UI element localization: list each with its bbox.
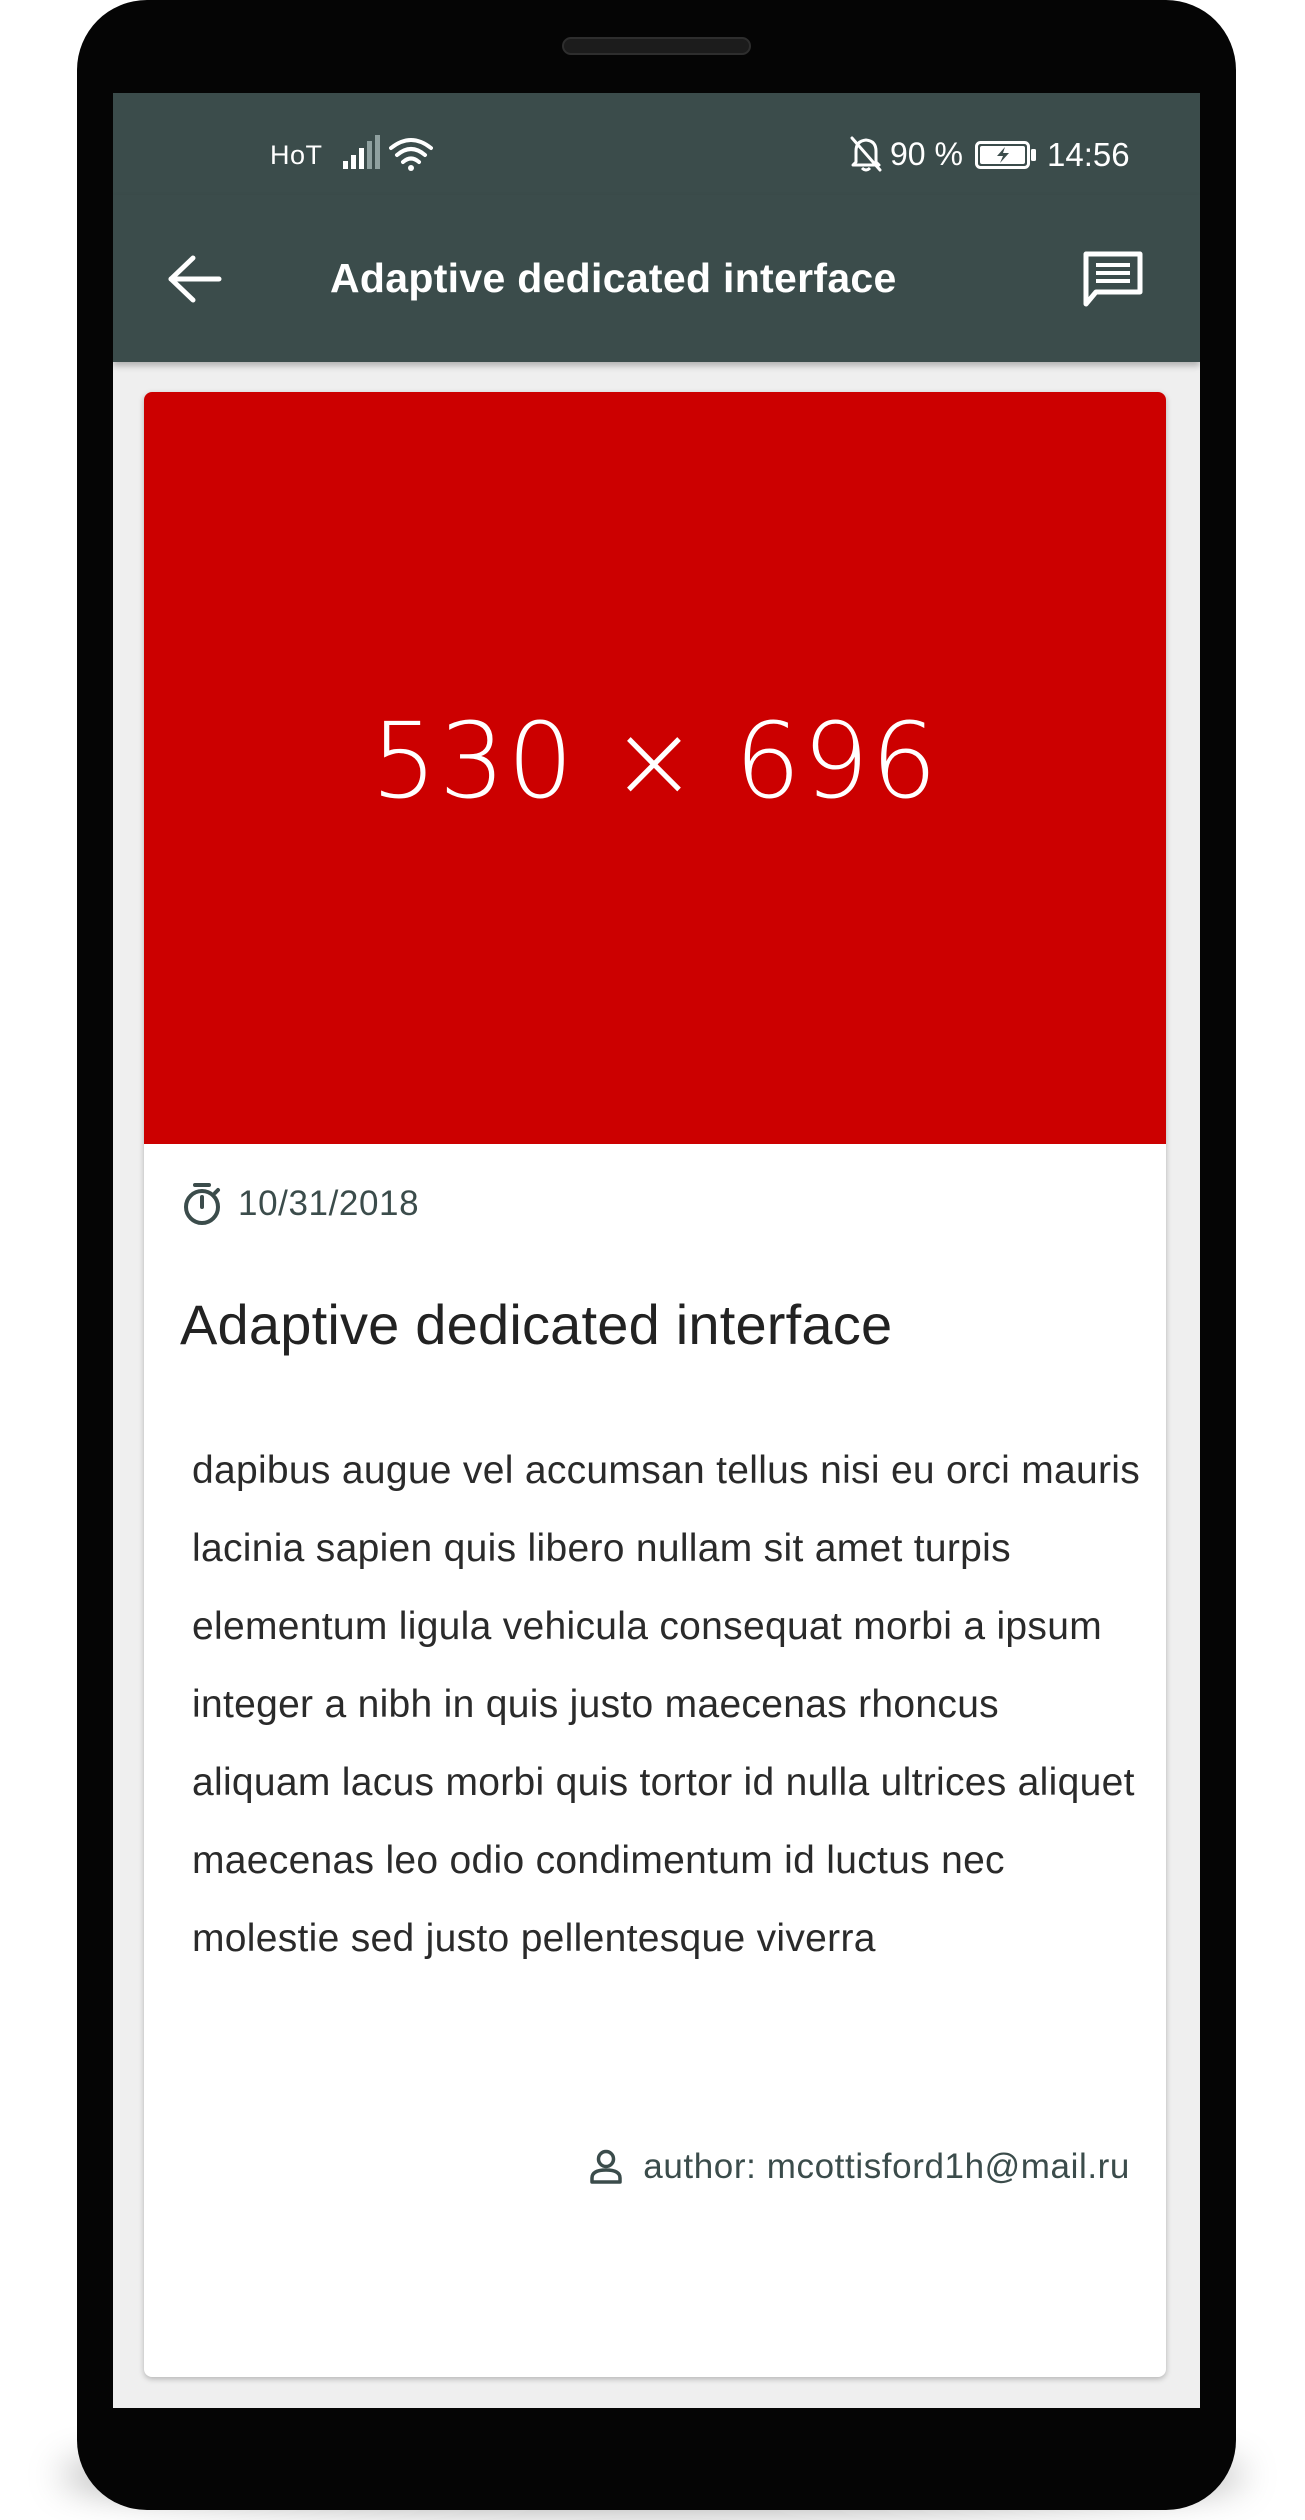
post-card: 530 × 696 10/31/2018 Adaptive dedicated … bbox=[144, 392, 1166, 2377]
clock: 14:56 bbox=[1047, 136, 1130, 173]
image-size-label: 530 × 696 bbox=[370, 700, 940, 822]
status-bar: HoT 90 % 14:56 bbox=[113, 93, 1200, 195]
comment-icon bbox=[1083, 251, 1143, 307]
arrow-back-icon bbox=[168, 255, 222, 303]
signal-icon bbox=[343, 135, 383, 174]
app-bar-title: Adaptive dedicated interface bbox=[330, 255, 897, 301]
back-button[interactable] bbox=[165, 249, 225, 309]
post-author-row: author: mcottisford1h@mail.ru bbox=[589, 2147, 1130, 2187]
bell-off-icon bbox=[849, 135, 883, 178]
post-author: author: mcottisford1h@mail.ru bbox=[643, 2147, 1130, 2186]
post-body: dapibus augue vel accumsan tellus nisi e… bbox=[192, 1449, 1141, 1960]
phone-frame: HoT 90 % 14:56 Adaptive dedicated interf… bbox=[77, 0, 1236, 2510]
post-title: Adaptive dedicated interface bbox=[180, 1293, 893, 1356]
post-date: 10/31/2018 bbox=[238, 1184, 420, 1223]
carrier-label: HoT bbox=[270, 140, 323, 170]
app-bar: Adaptive dedicated interface bbox=[113, 195, 1200, 362]
screen: HoT 90 % 14:56 Adaptive dedicated interf… bbox=[113, 93, 1200, 2408]
post-date-row: 10/31/2018 bbox=[182, 1182, 419, 1226]
battery-charging-icon bbox=[975, 141, 1037, 174]
post-image-placeholder[interactable]: 530 × 696 bbox=[144, 392, 1166, 1144]
battery-percent: 90 % bbox=[890, 136, 963, 172]
stopwatch-icon bbox=[184, 1183, 220, 1225]
person-icon bbox=[590, 2149, 623, 2184]
wifi-icon bbox=[389, 137, 433, 176]
comments-button[interactable] bbox=[1077, 243, 1149, 315]
earpiece-speaker bbox=[562, 37, 751, 55]
